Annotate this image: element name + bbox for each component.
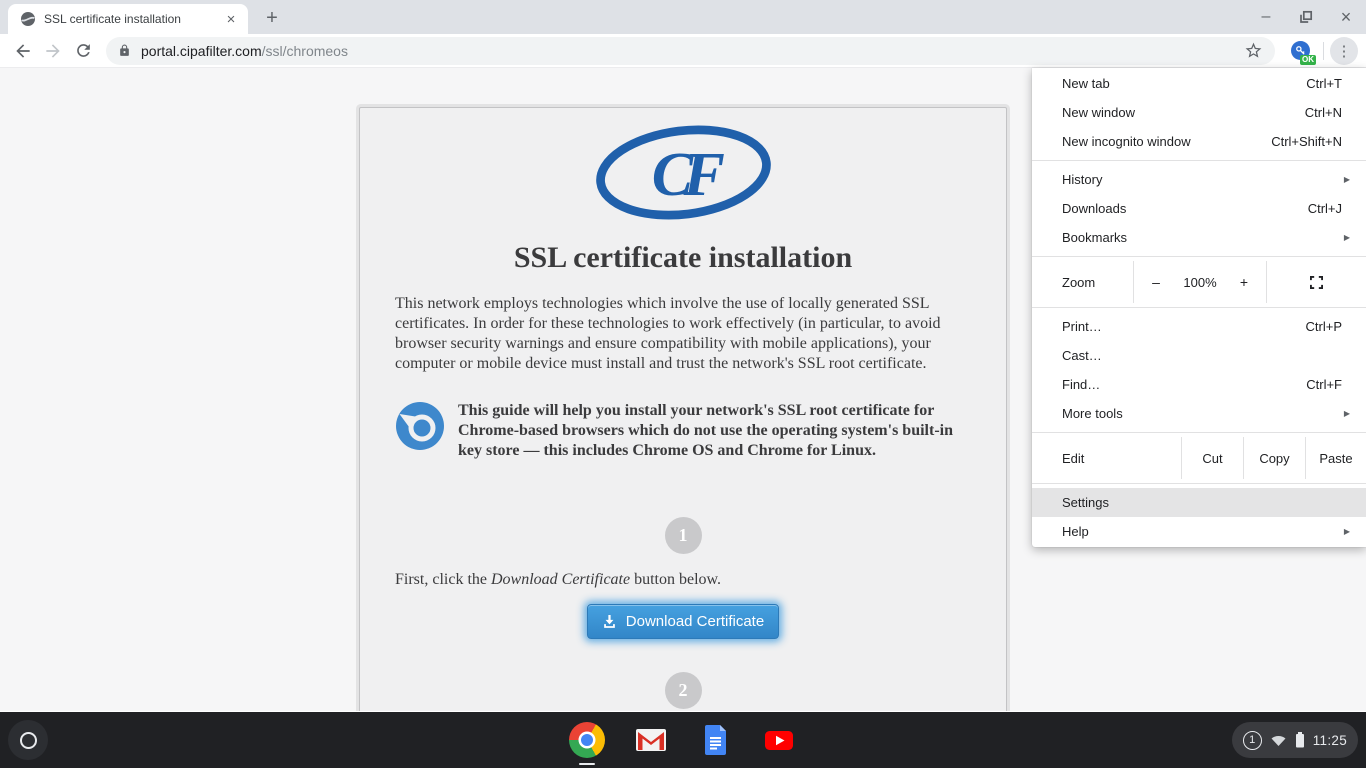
launcher-circle-icon <box>20 732 37 749</box>
new-tab-button[interactable]: + <box>258 4 286 32</box>
tab-title: SSL certificate installation <box>44 12 222 26</box>
back-icon[interactable] <box>8 36 38 66</box>
url-path: /ssl/chromeos <box>262 43 348 59</box>
url-text: portal.cipafilter.com/ssl/chromeos <box>141 43 1244 59</box>
ssl-install-card: CF SSL certificate installation This net… <box>359 107 1007 711</box>
menu-item-new-window[interactable]: New windowCtrl+N <box>1032 98 1366 127</box>
reload-icon[interactable] <box>68 36 98 66</box>
url-host: portal.cipafilter.com <box>141 43 262 59</box>
menu-item-print[interactable]: Print…Ctrl+P <box>1032 312 1366 341</box>
svg-text:CF: CF <box>651 141 724 209</box>
active-app-indicator <box>579 763 595 766</box>
window-controls: – × <box>1258 0 1354 34</box>
zoom-level: 100% <box>1183 275 1216 290</box>
menu-divider <box>1032 483 1366 484</box>
submenu-arrow-icon: ▶ <box>1344 409 1350 418</box>
menu-item-help[interactable]: Help▶ <box>1032 517 1366 546</box>
browser-menu: New tabCtrl+T New windowCtrl+N New incog… <box>1032 68 1366 547</box>
chrome-app-icon[interactable] <box>569 722 605 758</box>
zoom-label: Zoom <box>1032 261 1133 303</box>
zoom-in-button[interactable]: + <box>1237 274 1251 290</box>
menu-divider <box>1032 432 1366 433</box>
step-2-badge: 2 <box>665 672 702 709</box>
submenu-arrow-icon: ▶ <box>1344 233 1350 242</box>
menu-item-settings[interactable]: Settings <box>1032 488 1366 517</box>
menu-item-find[interactable]: Find…Ctrl+F <box>1032 370 1366 399</box>
edit-label: Edit <box>1032 437 1181 479</box>
menu-item-more-tools[interactable]: More tools▶ <box>1032 399 1366 428</box>
menu-item-new-incognito-window[interactable]: New incognito windowCtrl+Shift+N <box>1032 127 1366 156</box>
docs-app-icon[interactable] <box>697 722 733 758</box>
restore-window-icon[interactable] <box>1298 9 1314 25</box>
intro-paragraph: This network employs technologies which … <box>395 294 971 375</box>
copy-button[interactable]: Copy <box>1243 437 1305 479</box>
close-window-icon[interactable]: × <box>1338 9 1354 25</box>
menu-item-bookmarks[interactable]: Bookmarks▶ <box>1032 223 1366 252</box>
download-icon <box>602 614 617 629</box>
address-bar[interactable]: portal.cipafilter.com/ssl/chromeos <box>106 37 1275 65</box>
step-1-badge: 1 <box>665 517 702 554</box>
menu-item-downloads[interactable]: DownloadsCtrl+J <box>1032 194 1366 223</box>
page-title: SSL certificate installation <box>360 241 1006 275</box>
menu-zoom-row: Zoom – 100% + <box>1032 261 1366 303</box>
menu-item-history[interactable]: History▶ <box>1032 165 1366 194</box>
browser-tab[interactable]: SSL certificate installation × <box>8 4 248 34</box>
menu-divider <box>1032 256 1366 257</box>
notification-count-badge: 1 <box>1243 731 1262 750</box>
globe-favicon-icon <box>20 11 36 27</box>
bookmark-star-icon[interactable] <box>1244 41 1263 60</box>
password-extension-icon[interactable]: OK <box>1287 38 1313 64</box>
menu-item-cast[interactable]: Cast… <box>1032 341 1366 370</box>
download-button-label: Download Certificate <box>626 613 764 630</box>
chromeos-screen: SSL certificate installation × + – × por… <box>0 0 1366 768</box>
clock: 11:25 <box>1313 733 1347 748</box>
battery-icon <box>1295 732 1305 748</box>
launcher-button[interactable] <box>8 720 48 760</box>
lock-icon <box>118 44 131 57</box>
tab-close-icon[interactable]: × <box>222 11 240 28</box>
extension-status-badge: OK <box>1300 55 1316 65</box>
chromeos-shelf: 1 11:25 <box>0 712 1366 768</box>
wifi-icon <box>1270 732 1287 749</box>
cut-button[interactable]: Cut <box>1181 437 1243 479</box>
tab-strip: SSL certificate installation × + – × <box>0 0 1366 34</box>
cipafilter-logo: CF <box>360 124 1006 226</box>
toolbar-divider <box>1323 42 1324 60</box>
menu-divider <box>1032 160 1366 161</box>
chromium-icon <box>395 401 445 451</box>
paste-button[interactable]: Paste <box>1305 437 1366 479</box>
gmail-app-icon[interactable] <box>633 722 669 758</box>
browser-menu-icon[interactable]: ⋮ <box>1330 37 1358 65</box>
menu-edit-row: Edit Cut Copy Paste <box>1032 437 1366 479</box>
download-certificate-button[interactable]: Download Certificate <box>587 604 779 639</box>
fullscreen-button[interactable] <box>1267 261 1366 303</box>
guide-text: This guide will help you install your ne… <box>458 401 971 461</box>
submenu-arrow-icon: ▶ <box>1344 527 1350 536</box>
submenu-arrow-icon: ▶ <box>1344 175 1350 184</box>
button-name-emphasis: Download Certificate <box>491 571 630 588</box>
minimize-window-icon[interactable]: – <box>1258 9 1274 25</box>
forward-icon[interactable] <box>38 36 68 66</box>
shelf-apps <box>569 722 797 758</box>
browser-toolbar: portal.cipafilter.com/ssl/chromeos OK ⋮ <box>0 34 1366 68</box>
menu-divider <box>1032 307 1366 308</box>
menu-item-new-tab[interactable]: New tabCtrl+T <box>1032 69 1366 98</box>
youtube-app-icon[interactable] <box>761 722 797 758</box>
status-tray[interactable]: 1 11:25 <box>1232 722 1358 758</box>
zoom-out-button[interactable]: – <box>1149 274 1163 290</box>
step-1-instruction: First, click the Download Certificate bu… <box>395 571 971 589</box>
guide-callout: This guide will help you install your ne… <box>395 401 971 461</box>
chrome-logo-icon <box>569 722 605 758</box>
